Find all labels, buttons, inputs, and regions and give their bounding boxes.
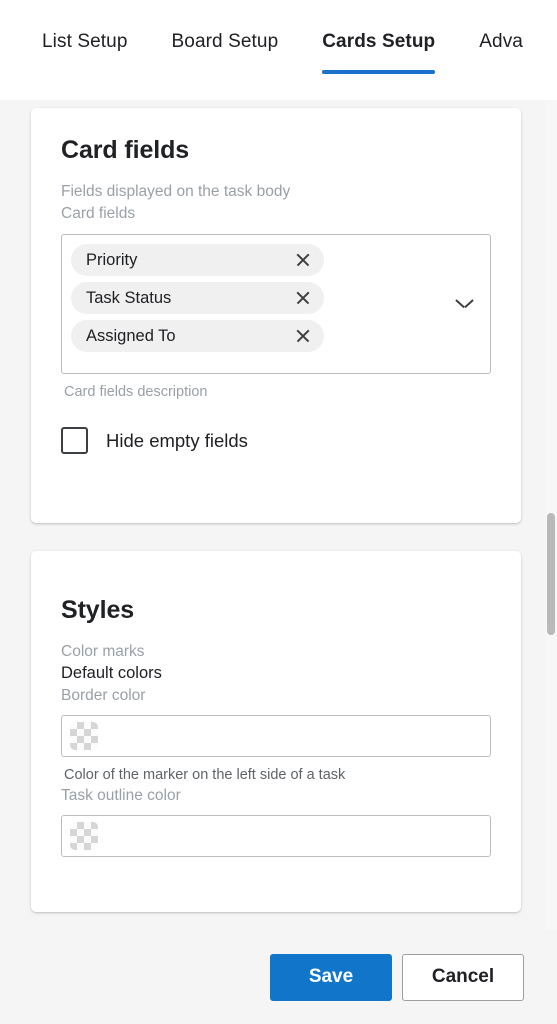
chip-assigned-to[interactable]: Assigned To	[71, 320, 324, 352]
tab-label: List Setup	[42, 31, 128, 52]
close-icon[interactable]	[294, 327, 312, 345]
tab-advanced-setup[interactable]: Adva	[457, 0, 545, 95]
color-swatch-icon	[70, 822, 98, 850]
border-color-picker[interactable]	[61, 715, 491, 757]
color-swatch-icon	[70, 722, 98, 750]
card-fields-description: Fields displayed on the task body	[61, 183, 291, 200]
chip-priority[interactable]: Priority	[71, 244, 324, 276]
tab-list: List Setup Board Setup Cards Setup Adva	[0, 0, 557, 95]
dialog-footer: Save Cancel	[0, 930, 557, 1024]
task-outline-color-label: Task outline color	[61, 787, 181, 804]
chip-label: Task Status	[86, 288, 172, 307]
card-fields-select-label: Card fields	[61, 205, 136, 222]
cancel-button[interactable]: Cancel	[402, 953, 524, 1001]
vertical-scrollbar-thumb[interactable]	[547, 513, 555, 635]
tab-board-setup[interactable]: Board Setup	[150, 0, 301, 95]
close-icon[interactable]	[294, 289, 312, 307]
chip-label: Priority	[86, 250, 138, 269]
chip-list: Priority Task Status Assigned To	[71, 244, 324, 352]
card-fields-title: Card fields	[61, 136, 190, 164]
task-outline-color-picker[interactable]	[61, 815, 491, 857]
close-icon[interactable]	[294, 251, 312, 269]
settings-scroll-area[interactable]: Card fields Fields displayed on the task…	[0, 100, 545, 930]
vertical-scrollbar-track[interactable]	[545, 100, 557, 930]
card-fields-multiselect[interactable]: Priority Task Status Assigned To	[61, 234, 491, 374]
chevron-down-icon[interactable]	[456, 299, 473, 309]
save-button[interactable]: Save	[270, 953, 392, 1001]
tab-label: Board Setup	[171, 31, 279, 52]
tab-bar: List Setup Board Setup Cards Setup Adva	[0, 0, 557, 95]
styles-panel: Styles Color marks Default colors Border…	[31, 551, 521, 912]
hide-empty-fields-row[interactable]: Hide empty fields	[61, 427, 248, 454]
hide-empty-fields-checkbox[interactable]	[61, 427, 88, 454]
tab-list-setup[interactable]: List Setup	[20, 0, 150, 95]
tab-label: Cards Setup	[322, 31, 436, 52]
border-color-label: Border color	[61, 687, 146, 704]
card-fields-helper-text: Card fields description	[64, 384, 208, 400]
border-color-helper-text: Color of the marker on the left side of …	[64, 767, 346, 783]
tab-cards-setup[interactable]: Cards Setup	[300, 0, 457, 95]
hide-empty-fields-label: Hide empty fields	[106, 429, 248, 451]
chip-task-status[interactable]: Task Status	[71, 282, 324, 314]
color-marks-value: Default colors	[61, 664, 162, 682]
chip-label: Assigned To	[86, 326, 176, 345]
styles-title: Styles	[61, 596, 135, 624]
card-fields-panel: Card fields Fields displayed on the task…	[31, 108, 521, 523]
color-marks-label: Color marks	[61, 643, 145, 660]
tab-label: Adva	[479, 31, 523, 52]
